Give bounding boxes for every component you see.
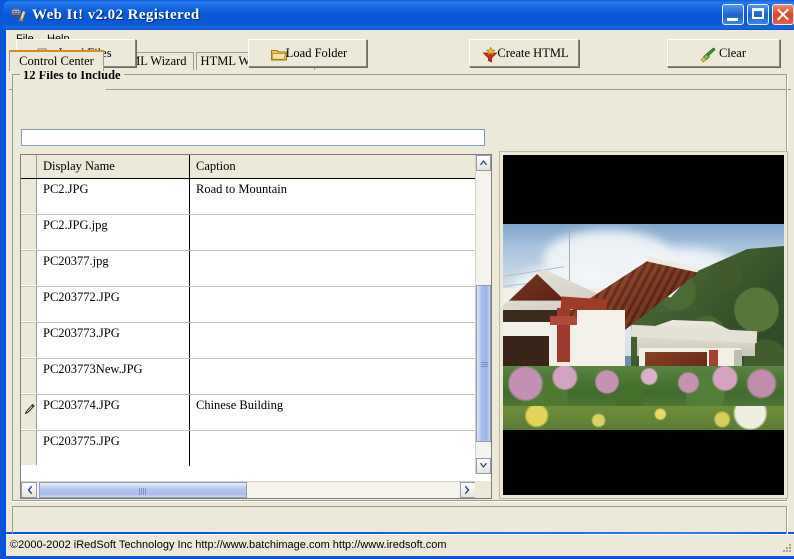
maximize-button[interactable] — [747, 4, 769, 25]
grid-hscroll-thumb[interactable] — [39, 482, 247, 498]
grid-header-row: Display Name Caption — [21, 155, 476, 179]
cell-display-name[interactable]: PC20377.jpg — [38, 251, 190, 286]
table-row[interactable]: PC20377.jpg — [21, 251, 476, 287]
row-selector[interactable] — [21, 251, 37, 286]
grid-horizontal-scrollbar[interactable] — [21, 481, 476, 498]
photo-flowering-hedge — [503, 366, 784, 410]
cell-caption[interactable]: Chinese Building — [191, 395, 476, 430]
photo-grass — [503, 406, 784, 430]
table-row[interactable]: PC203772.JPG — [21, 287, 476, 323]
row-selector[interactable] — [21, 215, 37, 250]
title-bar[interactable]: Web It! v2.02 Registered — [3, 0, 794, 30]
application-window: Web It! v2.02 Registered File Help Contr… — [0, 0, 794, 559]
brush-icon — [700, 46, 716, 62]
path-input[interactable] — [21, 129, 485, 146]
funnel-star-icon — [482, 46, 498, 62]
cell-caption[interactable] — [191, 215, 476, 250]
scroll-right-icon[interactable] — [460, 482, 476, 498]
scroll-left-icon[interactable] — [21, 482, 37, 498]
window-title: Web It! v2.02 Registered — [32, 4, 200, 26]
cell-caption[interactable] — [191, 251, 476, 286]
table-row[interactable]: PC203775.JPG — [21, 431, 476, 467]
table-row[interactable]: PC2.JPG.jpg — [21, 215, 476, 251]
image-preview-canvas — [503, 155, 784, 495]
load-folder-button[interactable]: Load Folder — [248, 39, 367, 67]
cell-display-name[interactable]: PC203773.JPG — [38, 323, 190, 358]
cell-caption[interactable] — [191, 323, 476, 358]
cell-display-name[interactable]: PC203773New.JPG — [38, 359, 190, 394]
close-button[interactable] — [772, 4, 794, 25]
cell-display-name[interactable]: PC203772.JPG — [38, 287, 190, 322]
tab-control-center[interactable]: Control Center — [9, 50, 104, 71]
row-selector[interactable] — [21, 395, 37, 430]
grid-header-display-name[interactable]: Display Name — [38, 155, 190, 178]
create-html-label: Create HTML — [497, 46, 568, 60]
row-selector[interactable] — [21, 179, 37, 214]
load-folder-label: Load Folder — [286, 46, 347, 60]
folder-icon — [271, 46, 287, 62]
grid-header-caption[interactable]: Caption — [191, 155, 476, 178]
cell-caption[interactable]: Road to Mountain — [191, 179, 476, 214]
row-selector[interactable] — [21, 359, 37, 394]
table-row[interactable]: PC203774.JPG Chinese Building — [21, 395, 476, 431]
image-preview-panel[interactable] — [499, 151, 788, 499]
cell-display-name[interactable]: PC203774.JPG — [38, 395, 190, 430]
files-grid[interactable]: Display Name Caption PC2.JPG Road to Mou… — [20, 154, 492, 499]
clear-label: Clear — [719, 46, 746, 60]
grid-vscroll-thumb[interactable] — [476, 285, 491, 442]
row-selector[interactable] — [21, 323, 37, 358]
resize-grip-icon[interactable] — [780, 542, 792, 554]
grid-header-corner — [21, 155, 37, 178]
row-selector[interactable] — [21, 431, 37, 466]
client-area: File Help Control Center HTML Wizard HTM… — [6, 30, 794, 532]
status-bar-text: ©2000-2002 iRedSoft Technology Inc http:… — [10, 538, 447, 553]
cell-display-name[interactable]: PC2.JPG.jpg — [38, 215, 190, 250]
grid-vertical-scrollbar[interactable] — [475, 155, 491, 474]
row-selector[interactable] — [21, 287, 37, 322]
cell-display-name[interactable]: PC2.JPG — [38, 179, 190, 214]
cell-display-name[interactable]: PC203775.JPG — [38, 431, 190, 466]
minimize-button[interactable] — [722, 4, 744, 25]
scroll-up-icon[interactable] — [476, 155, 491, 171]
photo-left-dark-opening — [503, 336, 549, 370]
clear-button[interactable]: Clear — [667, 39, 780, 67]
photo-red-bracket — [550, 316, 577, 325]
table-row[interactable]: PC203773New.JPG — [21, 359, 476, 395]
scroll-thumb-grip — [139, 488, 147, 495]
app-icon — [10, 6, 27, 23]
preview-photo — [503, 224, 784, 430]
scroll-down-icon[interactable] — [476, 458, 491, 474]
grid-scroll-corner — [475, 481, 491, 498]
photo-center-wall — [577, 310, 625, 372]
edit-pencil-icon — [24, 404, 35, 416]
active-tab-mask — [13, 89, 106, 91]
scroll-thumb-grip — [481, 362, 488, 368]
table-row[interactable]: PC2.JPG Road to Mountain — [21, 179, 476, 215]
create-html-button[interactable]: Create HTML — [469, 39, 579, 67]
cell-caption[interactable] — [191, 359, 476, 394]
table-row[interactable]: PC203773.JPG — [21, 323, 476, 359]
cell-caption[interactable] — [191, 431, 476, 466]
cell-caption[interactable] — [191, 287, 476, 322]
status-bar: ©2000-2002 iRedSoft Technology Inc http:… — [6, 534, 794, 556]
